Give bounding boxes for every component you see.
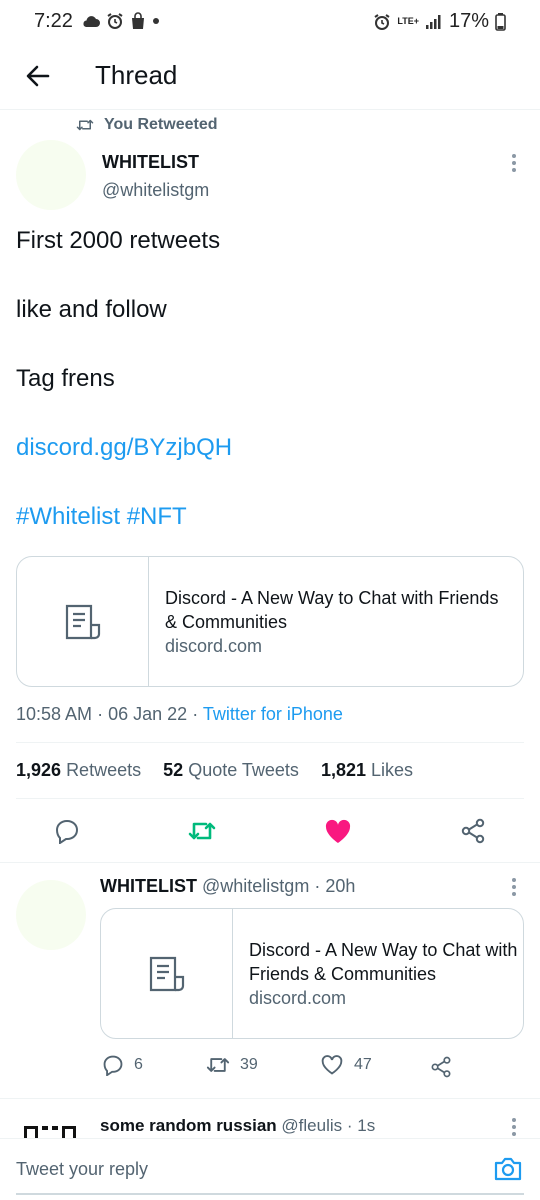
more-options-icon[interactable]: [504, 150, 524, 178]
tweet-text: First 2000 retweets like and follow Tag …: [16, 224, 524, 534]
reply-composer[interactable]: Tweet your reply: [0, 1138, 540, 1200]
card-title: Discord - A New Way to Chat with Friends…: [249, 939, 518, 984]
alarm-icon: [107, 13, 123, 29]
reply-author-name[interactable]: WHITELIST: [100, 876, 197, 896]
meta-separator: ·: [192, 704, 199, 724]
status-time: 7:22: [34, 10, 73, 32]
reply-input[interactable]: Tweet your reply: [16, 1159, 148, 1180]
likes-label: Likes: [371, 760, 414, 780]
quotes-stat[interactable]: 52 Quote Tweets: [163, 760, 299, 780]
likes-stat[interactable]: 1,821 Likes: [321, 760, 413, 780]
quotes-count: 52: [163, 760, 184, 780]
signal-icon: [425, 14, 441, 29]
status-right-icons: LTE+ 17%: [373, 10, 506, 33]
document-icon: [149, 956, 184, 991]
qr-code-avatar[interactable]: [22, 1124, 78, 1138]
back-arrow-icon[interactable]: [22, 60, 54, 92]
more-options-icon[interactable]: [504, 874, 524, 902]
divider: [0, 862, 540, 863]
next-author-line: some random russian @fleulis · 1s: [100, 1116, 375, 1136]
reply-author-line: WHITELIST @whitelistgm · 20h: [100, 876, 355, 897]
qr-code-icon: [24, 1126, 76, 1138]
next-author-handle[interactable]: @fleulis: [281, 1116, 342, 1135]
tweet-stats: 1,926 Retweets 52 Quote Tweets 1,821 Lik…: [16, 760, 413, 781]
tweet-text-line: Tag frens: [16, 365, 115, 392]
card-domain: discord.com: [165, 635, 263, 656]
document-icon: [65, 604, 100, 639]
reply-icon: [103, 1055, 123, 1076]
tweet-hashtags[interactable]: #Whitelist #NFT: [16, 500, 524, 534]
page-title: Thread: [95, 60, 178, 90]
tweet-text-line: like and follow: [16, 296, 167, 323]
retweets-stat[interactable]: 1,926 Retweets: [16, 760, 141, 780]
retweet-context-label: You Retweeted: [104, 116, 218, 133]
avatar[interactable]: [16, 140, 86, 210]
like-count: 47: [354, 1056, 372, 1073]
retweet-icon: [206, 1058, 230, 1072]
shopping-bag-icon: [132, 12, 144, 29]
share-icon[interactable]: [430, 1056, 452, 1078]
card-title: Discord - A New Way to Chat with Friends…: [165, 587, 499, 632]
divider: [0, 1098, 540, 1099]
divider: [16, 798, 524, 799]
meta-separator: ·: [97, 704, 104, 724]
link-preview-card[interactable]: Discord - A New Way to Chat with Friends…: [100, 908, 524, 1039]
like-icon[interactable]: [324, 818, 352, 844]
alarm-icon: [374, 13, 390, 30]
dot-icon: [153, 18, 159, 24]
card-info: Discord - A New Way to Chat with Friends…: [233, 909, 523, 1038]
author-handle[interactable]: @whitelistgm: [102, 180, 209, 201]
likes-count: 1,821: [320, 760, 366, 780]
retweet-count: 39: [240, 1056, 258, 1073]
tweet-text-line: First 2000 retweets: [16, 227, 221, 254]
next-age: · 1s: [346, 1116, 376, 1135]
cloud-icon: [83, 16, 100, 27]
tweet-meta: 10:58 AM · 06 Jan 22 · Twitter for iPhon…: [16, 704, 343, 725]
top-app-bar: Thread: [0, 44, 540, 110]
reply-input-underline: [16, 1193, 524, 1195]
avatar[interactable]: [16, 880, 86, 950]
tweet-date: 06 Jan 22: [108, 704, 188, 724]
reply-action[interactable]: 6: [102, 1054, 143, 1076]
status-notification-icons: [82, 12, 160, 30]
card-thumbnail: [101, 909, 233, 1038]
reply-author-handle[interactable]: @whitelistgm: [202, 876, 309, 896]
retweet-action[interactable]: 39: [206, 1054, 258, 1076]
retweet-icon[interactable]: [188, 818, 216, 844]
reply-icon[interactable]: [54, 818, 80, 844]
quotes-label: Quote Tweets: [188, 760, 299, 780]
retweets-label: Retweets: [66, 760, 142, 780]
card-info: Discord - A New Way to Chat with Friends…: [149, 557, 509, 686]
battery-icon: [495, 12, 506, 31]
reply-count: 6: [134, 1056, 143, 1073]
link-preview-card[interactable]: Discord - A New Way to Chat with Friends…: [16, 556, 524, 687]
like-action[interactable]: 47: [320, 1054, 372, 1076]
heart-icon: [321, 1055, 343, 1075]
retweet-icon: [76, 119, 94, 131]
network-type: LTE+: [397, 16, 419, 26]
battery-percent: 17%: [448, 10, 489, 32]
share-icon[interactable]: [460, 818, 486, 844]
divider: [16, 742, 524, 743]
status-bar: 7:22 LTE+ 17%: [0, 0, 540, 44]
card-thumbnail: [17, 557, 149, 686]
tweet-link[interactable]: discord.gg/BYzjbQH: [16, 431, 524, 465]
tweet-time: 10:58 AM: [16, 704, 93, 724]
card-domain: discord.com: [249, 987, 347, 1008]
camera-icon[interactable]: [493, 1155, 523, 1183]
next-author-name[interactable]: some random russian: [100, 1116, 277, 1135]
retweets-count: 1,926: [16, 760, 62, 780]
tweet-source[interactable]: Twitter for iPhone: [203, 704, 343, 724]
author-name[interactable]: WHITELIST: [102, 152, 199, 173]
more-options-icon[interactable]: [504, 1114, 524, 1136]
reply-age: · 20h: [314, 876, 356, 896]
retweet-context: You Retweeted: [76, 116, 218, 134]
